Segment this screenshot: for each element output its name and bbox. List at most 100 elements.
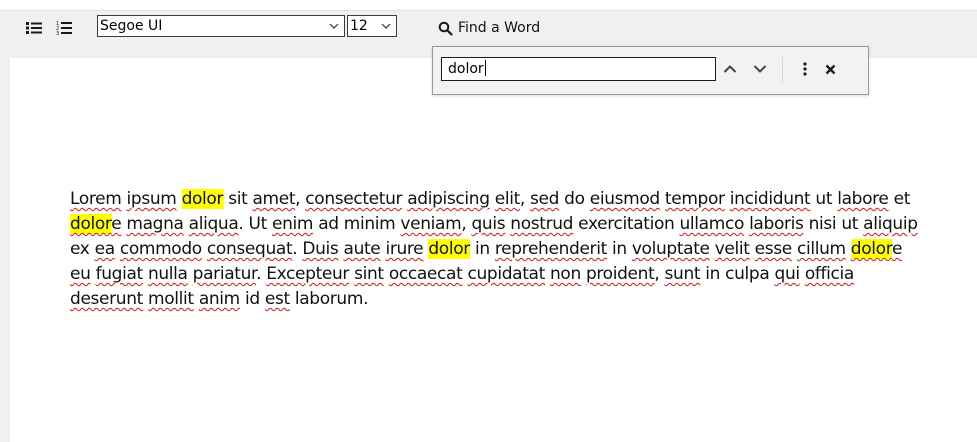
find-panel: dolor <box>432 46 869 95</box>
document-word: aliquip <box>863 214 918 234</box>
document-word: cillum <box>796 239 846 259</box>
chevron-up-icon <box>723 65 737 73</box>
document-word: est <box>264 289 290 309</box>
search-icon <box>438 21 453 36</box>
document-word: culpa <box>725 264 770 284</box>
chevron-down-icon <box>381 23 391 29</box>
document-word: sunt <box>664 264 701 284</box>
document-word: officia <box>804 264 854 284</box>
document-word: labore <box>837 189 889 209</box>
document-word: veniam <box>400 214 462 234</box>
document-word: laborum <box>294 289 364 309</box>
document-word: ad <box>318 214 339 234</box>
font-family-select[interactable]: Segoe UI <box>97 15 345 37</box>
find-options-button[interactable] <box>796 60 814 78</box>
unordered-list-icon[interactable] <box>23 17 45 39</box>
search-match-highlight: dolor <box>181 189 224 209</box>
document-word: Ut <box>248 214 268 234</box>
document-word: enim <box>272 214 314 234</box>
document-word: nostrud <box>510 214 574 234</box>
document-word: cupidatat <box>467 264 545 284</box>
chevron-down-icon <box>329 23 339 29</box>
close-find-button[interactable] <box>821 60 839 78</box>
document-word: elit <box>494 189 521 209</box>
document-word: occaecat <box>388 264 463 284</box>
document-word: Lorem <box>70 189 122 209</box>
document-word: eiusmod <box>589 189 660 209</box>
document-word: Excepteur <box>266 264 350 284</box>
svg-text:3: 3 <box>56 31 59 36</box>
document-word: do <box>564 189 585 209</box>
document-word: eu <box>70 264 91 284</box>
document-word: ex <box>70 239 90 259</box>
document-word: consequat <box>206 239 293 259</box>
document-word: exercitation <box>578 214 675 234</box>
text-caret <box>484 60 486 76</box>
document-word: aute <box>343 239 381 259</box>
document-word: ut <box>841 214 859 234</box>
document-word: reprehenderit <box>494 239 607 259</box>
find-panel-divider <box>782 57 783 83</box>
chevron-down-icon <box>753 65 767 73</box>
document-word: ullamco <box>679 214 745 234</box>
window-top-strip <box>0 0 977 11</box>
font-family-value: Segoe UI <box>100 18 163 34</box>
document-word: laboris <box>749 214 804 234</box>
document-word: in <box>705 264 721 284</box>
document-word: qui <box>774 264 801 284</box>
document-word: id <box>244 289 260 309</box>
document-word: pariatur <box>192 264 257 284</box>
document-word: in <box>474 239 490 259</box>
ordered-list-icon[interactable]: 1 2 3 <box>53 17 75 39</box>
document-word: dolore <box>850 239 903 259</box>
document-word: nisi <box>808 214 837 234</box>
document-word: non <box>550 264 581 284</box>
document-word: tempor <box>664 189 725 209</box>
document-paragraph[interactable]: Lorem ipsum dolor sit amet, consectetur … <box>70 187 920 312</box>
document-word: sint <box>354 264 384 284</box>
document-word: deserunt <box>70 289 143 309</box>
document-word: sed <box>530 189 560 209</box>
font-size-select[interactable]: 12 <box>347 15 397 37</box>
document-word: commodo <box>119 239 202 259</box>
document-word: irure <box>385 239 424 259</box>
document-word: ea <box>94 239 116 259</box>
document-word: dolor <box>181 189 224 209</box>
document-word: dolore <box>70 214 122 234</box>
document-word: velit <box>714 239 750 259</box>
find-word-button[interactable]: Find a Word <box>438 16 540 40</box>
search-match-highlight: dolor <box>850 239 892 259</box>
document-word: magna <box>126 214 184 234</box>
font-size-value: 12 <box>350 18 368 34</box>
close-icon <box>825 64 835 74</box>
document-word: sit <box>228 189 248 209</box>
document-word: aliqua <box>188 214 239 234</box>
document-word: esse <box>754 239 793 259</box>
more-vertical-icon <box>803 62 807 76</box>
document-word: in <box>611 239 627 259</box>
document-word: mollit <box>148 289 194 309</box>
document-word: fugiat <box>95 264 144 284</box>
document-page[interactable]: Lorem ipsum dolor sit amet, consectetur … <box>10 58 977 442</box>
toolbar: 1 2 3 Segoe UI 12 Find a Word <box>0 11 977 45</box>
find-input-value: dolor <box>448 61 484 77</box>
document-word: proident <box>585 264 655 284</box>
document-word: adipiscing <box>407 189 490 209</box>
document-word: incididunt <box>729 189 811 209</box>
previous-match-button[interactable] <box>721 60 739 78</box>
find-word-label: Find a Word <box>458 20 541 36</box>
document-word: amet <box>252 189 296 209</box>
document-word: ut <box>815 189 833 209</box>
document-word: nulla <box>147 264 188 284</box>
document-word: Duis <box>302 239 339 259</box>
find-input[interactable]: dolor <box>441 57 716 81</box>
next-match-button[interactable] <box>751 60 769 78</box>
document-word: quis <box>471 214 506 234</box>
document-word: minim <box>343 214 396 234</box>
document-word: et <box>893 189 911 209</box>
document-word: consectetur <box>305 189 403 209</box>
document-word: voluptate <box>631 239 710 259</box>
document-word: dolor <box>428 239 470 259</box>
search-match-highlight: dolor <box>70 214 112 234</box>
document-word: anim <box>198 289 240 309</box>
